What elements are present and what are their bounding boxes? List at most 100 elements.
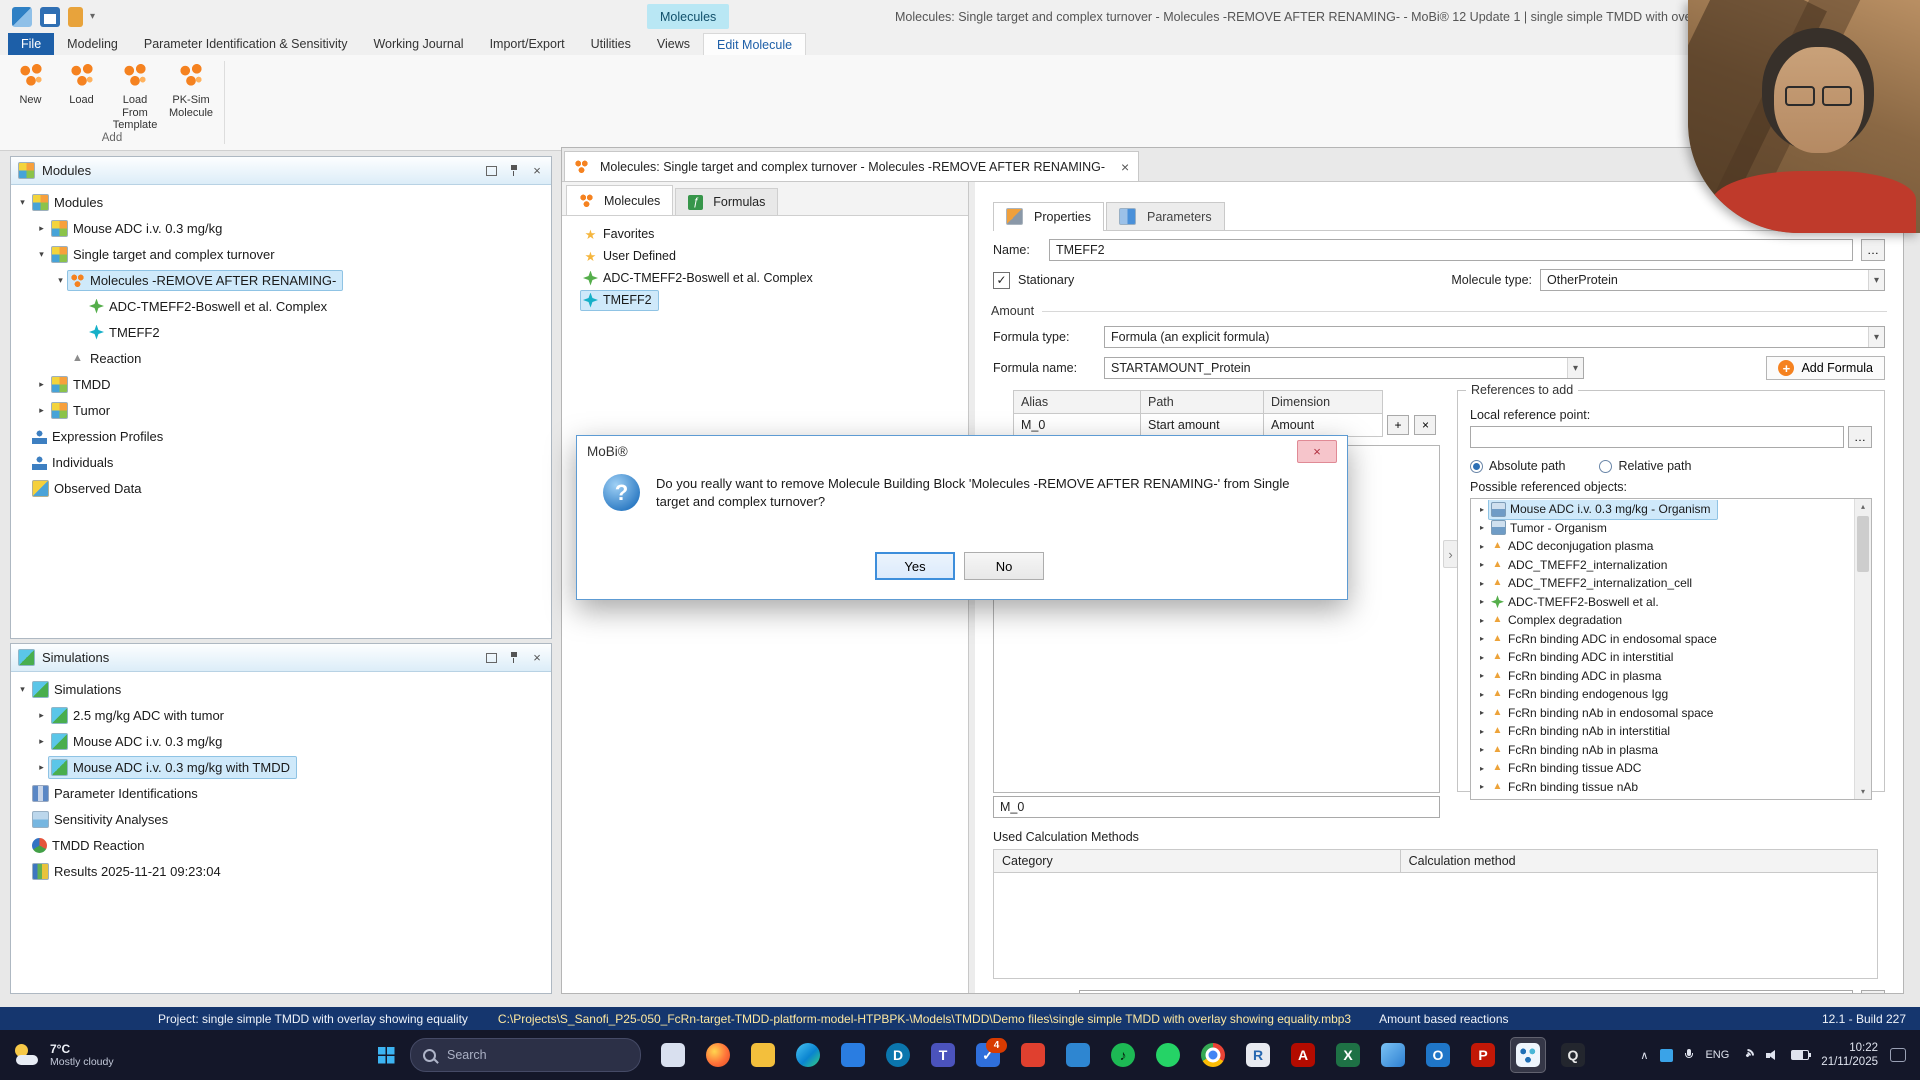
alias-table-row[interactable]: M_0 Start amount Amount + × bbox=[1013, 413, 1439, 437]
ribbon-tab-import-export[interactable]: Import/Export bbox=[477, 33, 578, 55]
notification-icon[interactable] bbox=[1890, 1048, 1906, 1062]
tree-item-fcrn-binding-endogenous-igg[interactable]: ▸ ▲ FcRn binding endogenous Igg bbox=[1471, 685, 1855, 704]
tree-item-adc-tmeff2-boswell-et-al-complex[interactable]: ADC-TMEFF2-Boswell et al. Complex bbox=[11, 293, 551, 319]
expand-icon[interactable]: ▸ bbox=[1475, 597, 1489, 606]
expand-icon[interactable]: ▸ bbox=[1475, 690, 1489, 699]
wifi-icon[interactable] bbox=[1738, 1045, 1757, 1065]
tray-chevron-icon[interactable]: ∧ bbox=[1640, 1049, 1648, 1062]
taskbar-folder[interactable] bbox=[745, 1037, 781, 1073]
tree-item-fcrn-binding-adc-in-interstitial[interactable]: ▸ ▲ FcRn binding ADC in interstitial bbox=[1471, 648, 1855, 667]
expand-icon[interactable]: ▸ bbox=[1475, 523, 1489, 532]
tree-item-mouse-adc-i-v-0-3-mg-kg[interactable]: ▸ Mouse ADC i.v. 0.3 mg/kg bbox=[11, 728, 551, 754]
tree-item-expression-profiles[interactable]: Expression Profiles bbox=[11, 423, 551, 449]
taskbar-firefox[interactable] bbox=[700, 1037, 736, 1073]
export-icon[interactable] bbox=[68, 6, 83, 27]
taskbar-photos[interactable] bbox=[1375, 1037, 1411, 1073]
tree-item-adc-tmeff2-boswell-et-al-complex[interactable]: ADC-TMEFF2-Boswell et al. Complex bbox=[562, 267, 968, 289]
expand-icon[interactable]: ▸ bbox=[1475, 745, 1489, 754]
expand-icon[interactable]: ▸ bbox=[34, 405, 49, 416]
tree-item-favorites[interactable]: ★ Favorites bbox=[562, 223, 968, 245]
volume-icon[interactable] bbox=[1766, 1049, 1779, 1062]
expand-icon[interactable]: ▸ bbox=[1475, 764, 1489, 773]
tree-item-tumor-organism[interactable]: ▸ Tumor - Organism bbox=[1471, 519, 1855, 538]
tray-app-icon[interactable] bbox=[1660, 1048, 1674, 1062]
tree-item-tmeff2[interactable]: TMEFF2 bbox=[11, 319, 551, 345]
scroll-up-icon[interactable]: ▴ bbox=[1861, 499, 1865, 514]
taskbar-q-app[interactable]: Q bbox=[1555, 1037, 1591, 1073]
quick-access-dropdown-icon[interactable]: ▾ bbox=[90, 11, 95, 22]
tree-item-mouse-adc-i-v-0-3-mg-kg[interactable]: ▸ Mouse ADC i.v. 0.3 mg/kg bbox=[11, 215, 551, 241]
tab-molecules[interactable]: Molecules bbox=[566, 185, 674, 215]
tree-item-single-target-and-complex-turnover[interactable]: ▾ Single target and complex turnover bbox=[11, 241, 551, 267]
relative-path-radio[interactable] bbox=[1599, 459, 1613, 473]
language-indicator[interactable]: ENG bbox=[1705, 1049, 1729, 1061]
formula-name-select[interactable]: STARTAMOUNT_Protein ▾ bbox=[1104, 357, 1584, 379]
close-tab-icon[interactable]: × bbox=[1121, 159, 1129, 175]
tree-item-observed-data[interactable]: Observed Data bbox=[11, 475, 551, 501]
taskbar-pdf-viewer[interactable]: P bbox=[1465, 1037, 1501, 1073]
no-button[interactable]: No bbox=[964, 552, 1044, 580]
taskbar-spotify[interactable]: ♪ bbox=[1105, 1037, 1141, 1073]
yes-button[interactable]: Yes bbox=[875, 552, 955, 580]
weather-widget[interactable]: 7°C Mostly cloudy bbox=[0, 1042, 182, 1069]
taskbar-sheets-blue[interactable] bbox=[1060, 1037, 1096, 1073]
expand-icon[interactable]: ▸ bbox=[34, 736, 49, 747]
ribbon-tab-file[interactable]: File bbox=[8, 33, 55, 55]
tree-item-fcrn-binding-nab-in-plasma[interactable]: ▸ ▲ FcRn binding nAb in plasma bbox=[1471, 741, 1855, 760]
taskbar-acrobat[interactable]: A bbox=[1285, 1037, 1321, 1073]
ribbon-button-load-from-template[interactable]: Load From Template bbox=[108, 57, 162, 133]
ribbon-tab-utilities[interactable]: Utilities bbox=[578, 33, 644, 55]
ribbon-tab-parameter-identification-sensitivity[interactable]: Parameter Identification & Sensitivity bbox=[131, 33, 361, 55]
tree-item-fcrn-binding-adc-in-endosomal-space[interactable]: ▸ ▲ FcRn binding ADC in endosomal space bbox=[1471, 630, 1855, 649]
contextual-tab-molecules[interactable]: Molecules bbox=[647, 4, 730, 29]
tree-item-reaction[interactable]: ▲ Reaction bbox=[11, 345, 551, 371]
tree-item-individuals[interactable]: Individuals bbox=[11, 449, 551, 475]
expand-icon[interactable]: ▸ bbox=[1475, 653, 1489, 662]
dock-icon[interactable] bbox=[484, 164, 498, 178]
tree-item-tmdd[interactable]: ▸ TMDD bbox=[11, 371, 551, 397]
add-alias-button[interactable]: + bbox=[1387, 415, 1409, 435]
tab-properties[interactable]: Properties bbox=[993, 202, 1104, 231]
tree-item-mouse-adc-i-v-0-3-mg-kg-with-tmdd[interactable]: ▸ Mouse ADC i.v. 0.3 mg/kg with TMDD bbox=[11, 754, 551, 780]
collapse-icon[interactable]: ▾ bbox=[15, 684, 30, 695]
modules-panel-header[interactable]: Modules × bbox=[11, 157, 551, 185]
formula-type-select[interactable]: Formula (an explicit formula) ▾ bbox=[1104, 326, 1885, 348]
taskbar-microsoft-store[interactable] bbox=[835, 1037, 871, 1073]
collapse-icon[interactable]: ▾ bbox=[53, 275, 68, 286]
molecule-type-select[interactable]: OtherProtein ▾ bbox=[1540, 269, 1885, 291]
collapse-references-icon[interactable]: › bbox=[1443, 540, 1458, 568]
scroll-down-icon[interactable]: ▾ bbox=[1861, 784, 1865, 799]
tree-item-fcrn-binding-tissue-toxophore[interactable]: ▸▲FcRn binding tissue Toxophore bbox=[1471, 796, 1855, 799]
search-input[interactable] bbox=[445, 1047, 599, 1063]
simulations-panel-header[interactable]: Simulations × bbox=[11, 644, 551, 672]
tree-item-fcrn-binding-tissue-adc[interactable]: ▸ ▲ FcRn binding tissue ADC bbox=[1471, 759, 1855, 778]
tree-item-user-defined[interactable]: ★ User Defined bbox=[562, 245, 968, 267]
expand-icon[interactable]: ▸ bbox=[1475, 616, 1489, 625]
tree-item-molecules-remove-after-renaming[interactable]: ▾ Molecules -REMOVE AFTER RENAMING- bbox=[11, 267, 551, 293]
close-panel-icon[interactable]: × bbox=[530, 650, 544, 665]
tree-item-tmdd-reaction[interactable]: TMDD Reaction bbox=[11, 832, 551, 858]
tree-item-parameter-identifications[interactable]: Parameter Identifications bbox=[11, 780, 551, 806]
close-panel-icon[interactable]: × bbox=[530, 163, 544, 178]
expand-icon[interactable]: ▸ bbox=[1475, 727, 1489, 736]
scrollbar-thumb[interactable] bbox=[1857, 516, 1869, 572]
expand-icon[interactable]: ▸ bbox=[1475, 708, 1489, 717]
expand-icon[interactable]: ▸ bbox=[1475, 560, 1489, 569]
collapse-icon[interactable]: ▾ bbox=[34, 249, 49, 260]
taskbar-media-red[interactable] bbox=[1015, 1037, 1051, 1073]
tree-item-simulations[interactable]: ▾ Simulations bbox=[11, 676, 551, 702]
battery-icon[interactable] bbox=[1791, 1050, 1812, 1060]
microphone-icon[interactable] bbox=[1685, 1048, 1694, 1062]
document-tab[interactable]: Molecules: Single target and complex tur… bbox=[564, 151, 1140, 181]
pin-icon[interactable] bbox=[507, 651, 521, 665]
tree-item-results-2025-11-21-09-23-04[interactable]: Results 2025-11-21 09:23:04 bbox=[11, 858, 551, 884]
expand-icon[interactable]: ▸ bbox=[1475, 671, 1489, 680]
formula-string-field[interactable]: M_0 bbox=[993, 796, 1440, 818]
ribbon-tab-modeling[interactable]: Modeling bbox=[54, 33, 131, 55]
taskbar-dell-app[interactable]: D bbox=[880, 1037, 916, 1073]
add-formula-button[interactable]: + Add Formula bbox=[1766, 356, 1885, 380]
references-scrollbar[interactable]: ▴ ▾ bbox=[1854, 499, 1871, 799]
tree-item-fcrn-binding-nab-in-endosomal-space[interactable]: ▸ ▲ FcRn binding nAb in endosomal space bbox=[1471, 704, 1855, 723]
collapse-icon[interactable]: ▾ bbox=[15, 197, 30, 208]
dock-icon[interactable] bbox=[484, 651, 498, 665]
